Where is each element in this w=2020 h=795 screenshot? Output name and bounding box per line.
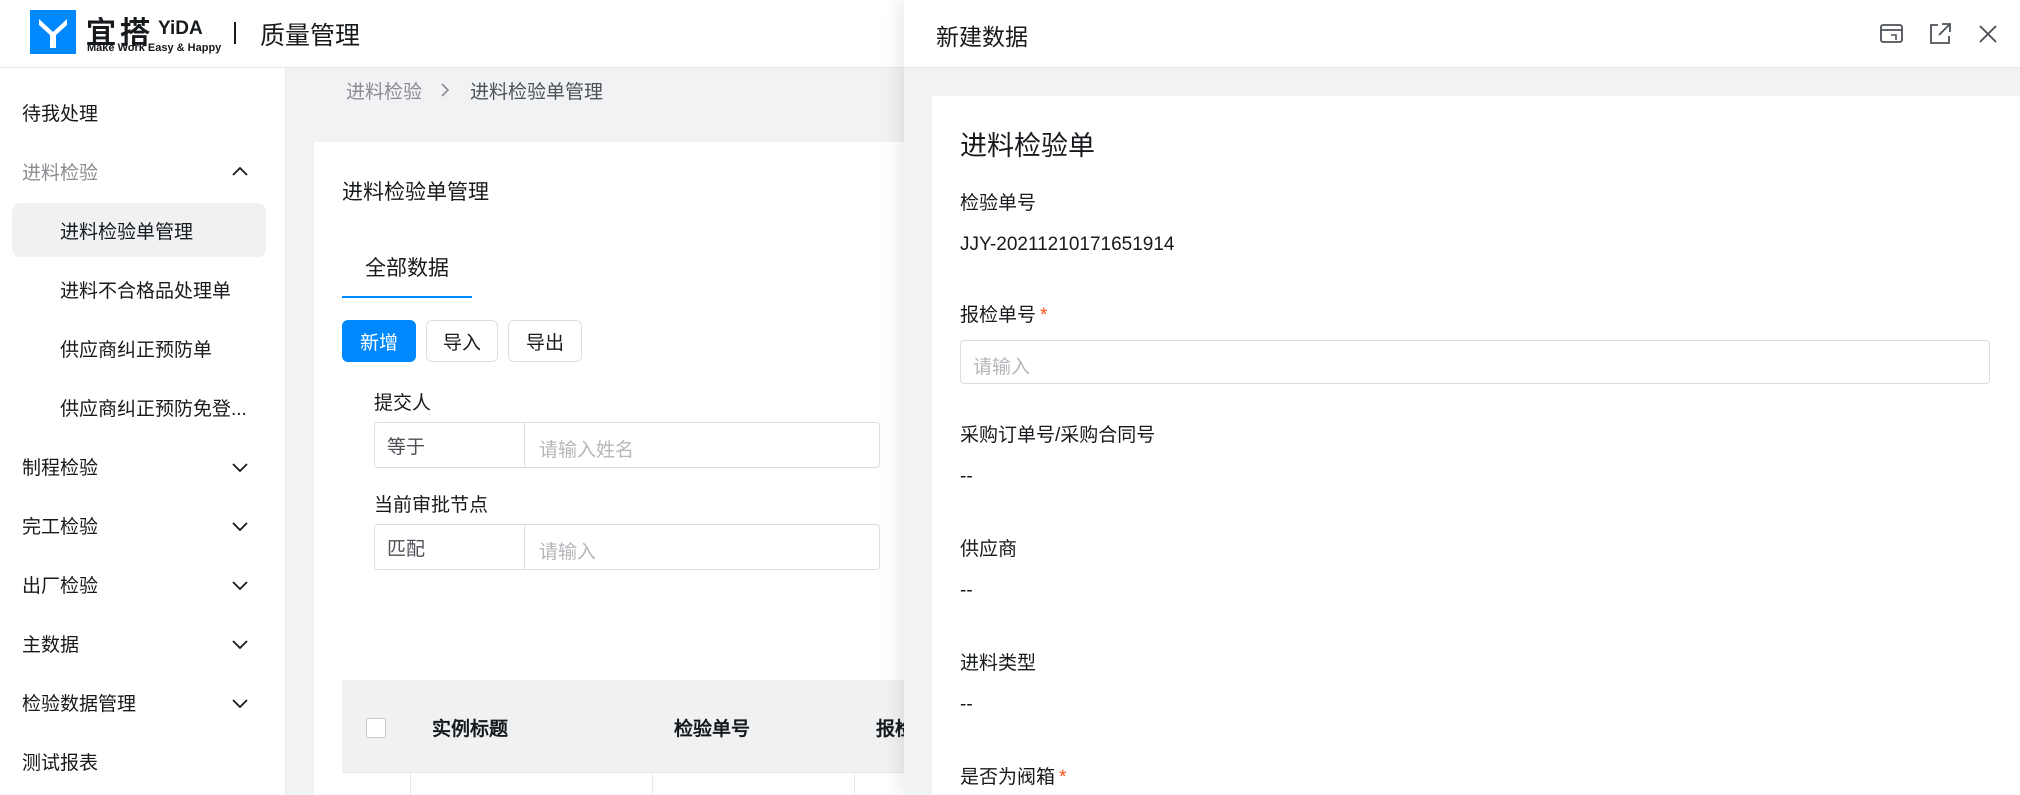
tab-active-indicator [342, 296, 472, 298]
field-label-supplier: 供应商 [960, 539, 1018, 560]
chevron-down-icon [232, 522, 248, 532]
sidebar-group-outgoing-inspection[interactable]: 出厂检验 [0, 557, 286, 611]
sidebar: 待我处理 进料检验 进料检验单管理 进料不合格品处理单 供应商纠正预防单 供应商… [0, 68, 286, 795]
field-label-inspection-no: 检验单号 [960, 193, 1037, 214]
form-title: 进料检验单 [960, 131, 1095, 161]
filter-operator-select[interactable]: 等于 [375, 423, 525, 467]
sidebar-item-label: 完工检验 [22, 516, 99, 538]
input-placeholder: 请输入 [973, 357, 1031, 378]
sidebar-item-label: 供应商纠正预防免登... [60, 398, 247, 420]
tab-all-data[interactable]: 全部数据 [342, 236, 472, 298]
sidebar-item-label: 进料检验单管理 [60, 221, 194, 243]
field-label-purchase-order: 采购订单号/采购合同号 [960, 425, 1156, 446]
sidebar-item-label: 进料不合格品处理单 [60, 280, 232, 302]
field-value-supplier: -- [960, 580, 973, 601]
required-mark: * [1040, 305, 1048, 326]
sidebar-item-pending[interactable]: 待我处理 [0, 85, 286, 139]
field-label-text: 报检单号 [960, 305, 1037, 326]
chevron-down-icon [232, 581, 248, 591]
list-card: 进料检验单管理 全部数据 新增 导入 导出 提交人 等于 请输入姓名 当前审批节… [314, 142, 924, 795]
open-external-icon[interactable] [1926, 20, 1954, 48]
sidebar-item-label: 主数据 [22, 634, 80, 656]
report-no-input[interactable]: 请输入 [960, 340, 1990, 384]
chevron-down-icon [232, 699, 248, 709]
field-value-inspection-no: JJY-20211210171651914 [960, 234, 1175, 255]
sidebar-item-label: 测试报表 [22, 752, 99, 774]
chevron-right-icon [441, 83, 450, 97]
breadcrumb: 进料检验 进料检验单管理 [346, 77, 604, 104]
import-button[interactable]: 导入 [426, 320, 498, 362]
chevron-down-icon [232, 640, 248, 650]
column-header-title[interactable]: 实例标题 [432, 714, 508, 741]
table-row[interactable] [342, 772, 924, 795]
sidebar-item-supplier-corrective[interactable]: 供应商纠正预防单 [0, 321, 286, 375]
column-divider [652, 773, 653, 795]
export-button[interactable]: 导出 [508, 320, 582, 362]
sidebar-group-incoming-inspection[interactable]: 进料检验 [0, 144, 286, 198]
header-divider [234, 22, 236, 44]
filter-label-submitter: 提交人 [374, 393, 432, 414]
sidebar-group-process-inspection[interactable]: 制程检验 [0, 439, 286, 493]
page-title: 进料检验单管理 [342, 181, 489, 204]
filter-label-approval-node: 当前审批节点 [374, 495, 489, 516]
sidebar-item-label: 供应商纠正预防单 [60, 339, 213, 361]
logo-text-en: YiDA [158, 18, 203, 39]
logo-slogan: Make Work Easy & Happy [87, 42, 222, 54]
sidebar-item-supplier-corrective-nologin[interactable]: 供应商纠正预防免登... [0, 380, 286, 434]
form-panel: 进料检验单 检验单号 JJY-20211210171651914 报检单号 * 请… [932, 96, 2020, 795]
logo-icon [30, 10, 76, 54]
close-icon[interactable] [1974, 20, 2002, 48]
drawer-title: 新建数据 [936, 24, 1028, 50]
chevron-up-icon [232, 166, 248, 176]
sidebar-item-label: 出厂检验 [22, 575, 99, 597]
required-mark: * [1059, 767, 1067, 788]
breadcrumb-current: 进料检验单管理 [470, 81, 604, 103]
column-divider [410, 773, 411, 795]
field-value-purchase-order: -- [960, 466, 973, 487]
breadcrumb-parent[interactable]: 进料检验 [346, 77, 422, 104]
field-label-is-valve-box: 是否为阀箱 * [960, 762, 1066, 789]
field-label-incoming-type: 进料类型 [960, 653, 1037, 674]
sidebar-item-label: 进料检验 [22, 162, 99, 184]
submitter-name-input[interactable]: 请输入姓名 [539, 435, 634, 462]
sidebar-item-label: 待我处理 [22, 103, 99, 125]
new-data-drawer: 新建数据 进料检验单 检验单号 JJY-20211210171651914 报检… [904, 0, 2020, 795]
column-divider [854, 773, 855, 795]
field-label-report-no: 报检单号 * [960, 300, 1047, 327]
field-value-incoming-type: -- [960, 694, 973, 715]
filter-approval-node: 匹配 请输入 [374, 524, 880, 570]
window-icon[interactable] [1878, 20, 1906, 48]
sidebar-item-nonconforming[interactable]: 进料不合格品处理单 [0, 262, 286, 316]
drawer-header: 新建数据 [904, 0, 2020, 68]
sidebar-group-master-data[interactable]: 主数据 [0, 616, 286, 670]
filter-operator-select[interactable]: 匹配 [375, 525, 525, 569]
add-button[interactable]: 新增 [342, 320, 416, 362]
app-title[interactable]: 质量管理 [260, 16, 360, 52]
sidebar-item-test-report[interactable]: 测试报表 [0, 734, 286, 788]
select-all-checkbox[interactable] [366, 718, 386, 738]
filter-submitter: 等于 请输入姓名 [374, 422, 880, 468]
sidebar-item-label: 制程检验 [22, 457, 99, 479]
column-header-inspection-no[interactable]: 检验单号 [674, 714, 750, 741]
sidebar-group-inspection-data[interactable]: 检验数据管理 [0, 675, 286, 729]
sidebar-item-label: 检验数据管理 [22, 693, 137, 715]
table-header: 实例标题 检验单号 报检 [342, 680, 924, 772]
approval-node-input[interactable]: 请输入 [539, 537, 596, 564]
chevron-down-icon [232, 463, 248, 473]
sidebar-group-completion-inspection[interactable]: 完工检验 [0, 498, 286, 552]
field-label-text: 是否为阀箱 [960, 767, 1056, 788]
sidebar-item-incoming-inspection-management[interactable]: 进料检验单管理 [12, 203, 266, 257]
